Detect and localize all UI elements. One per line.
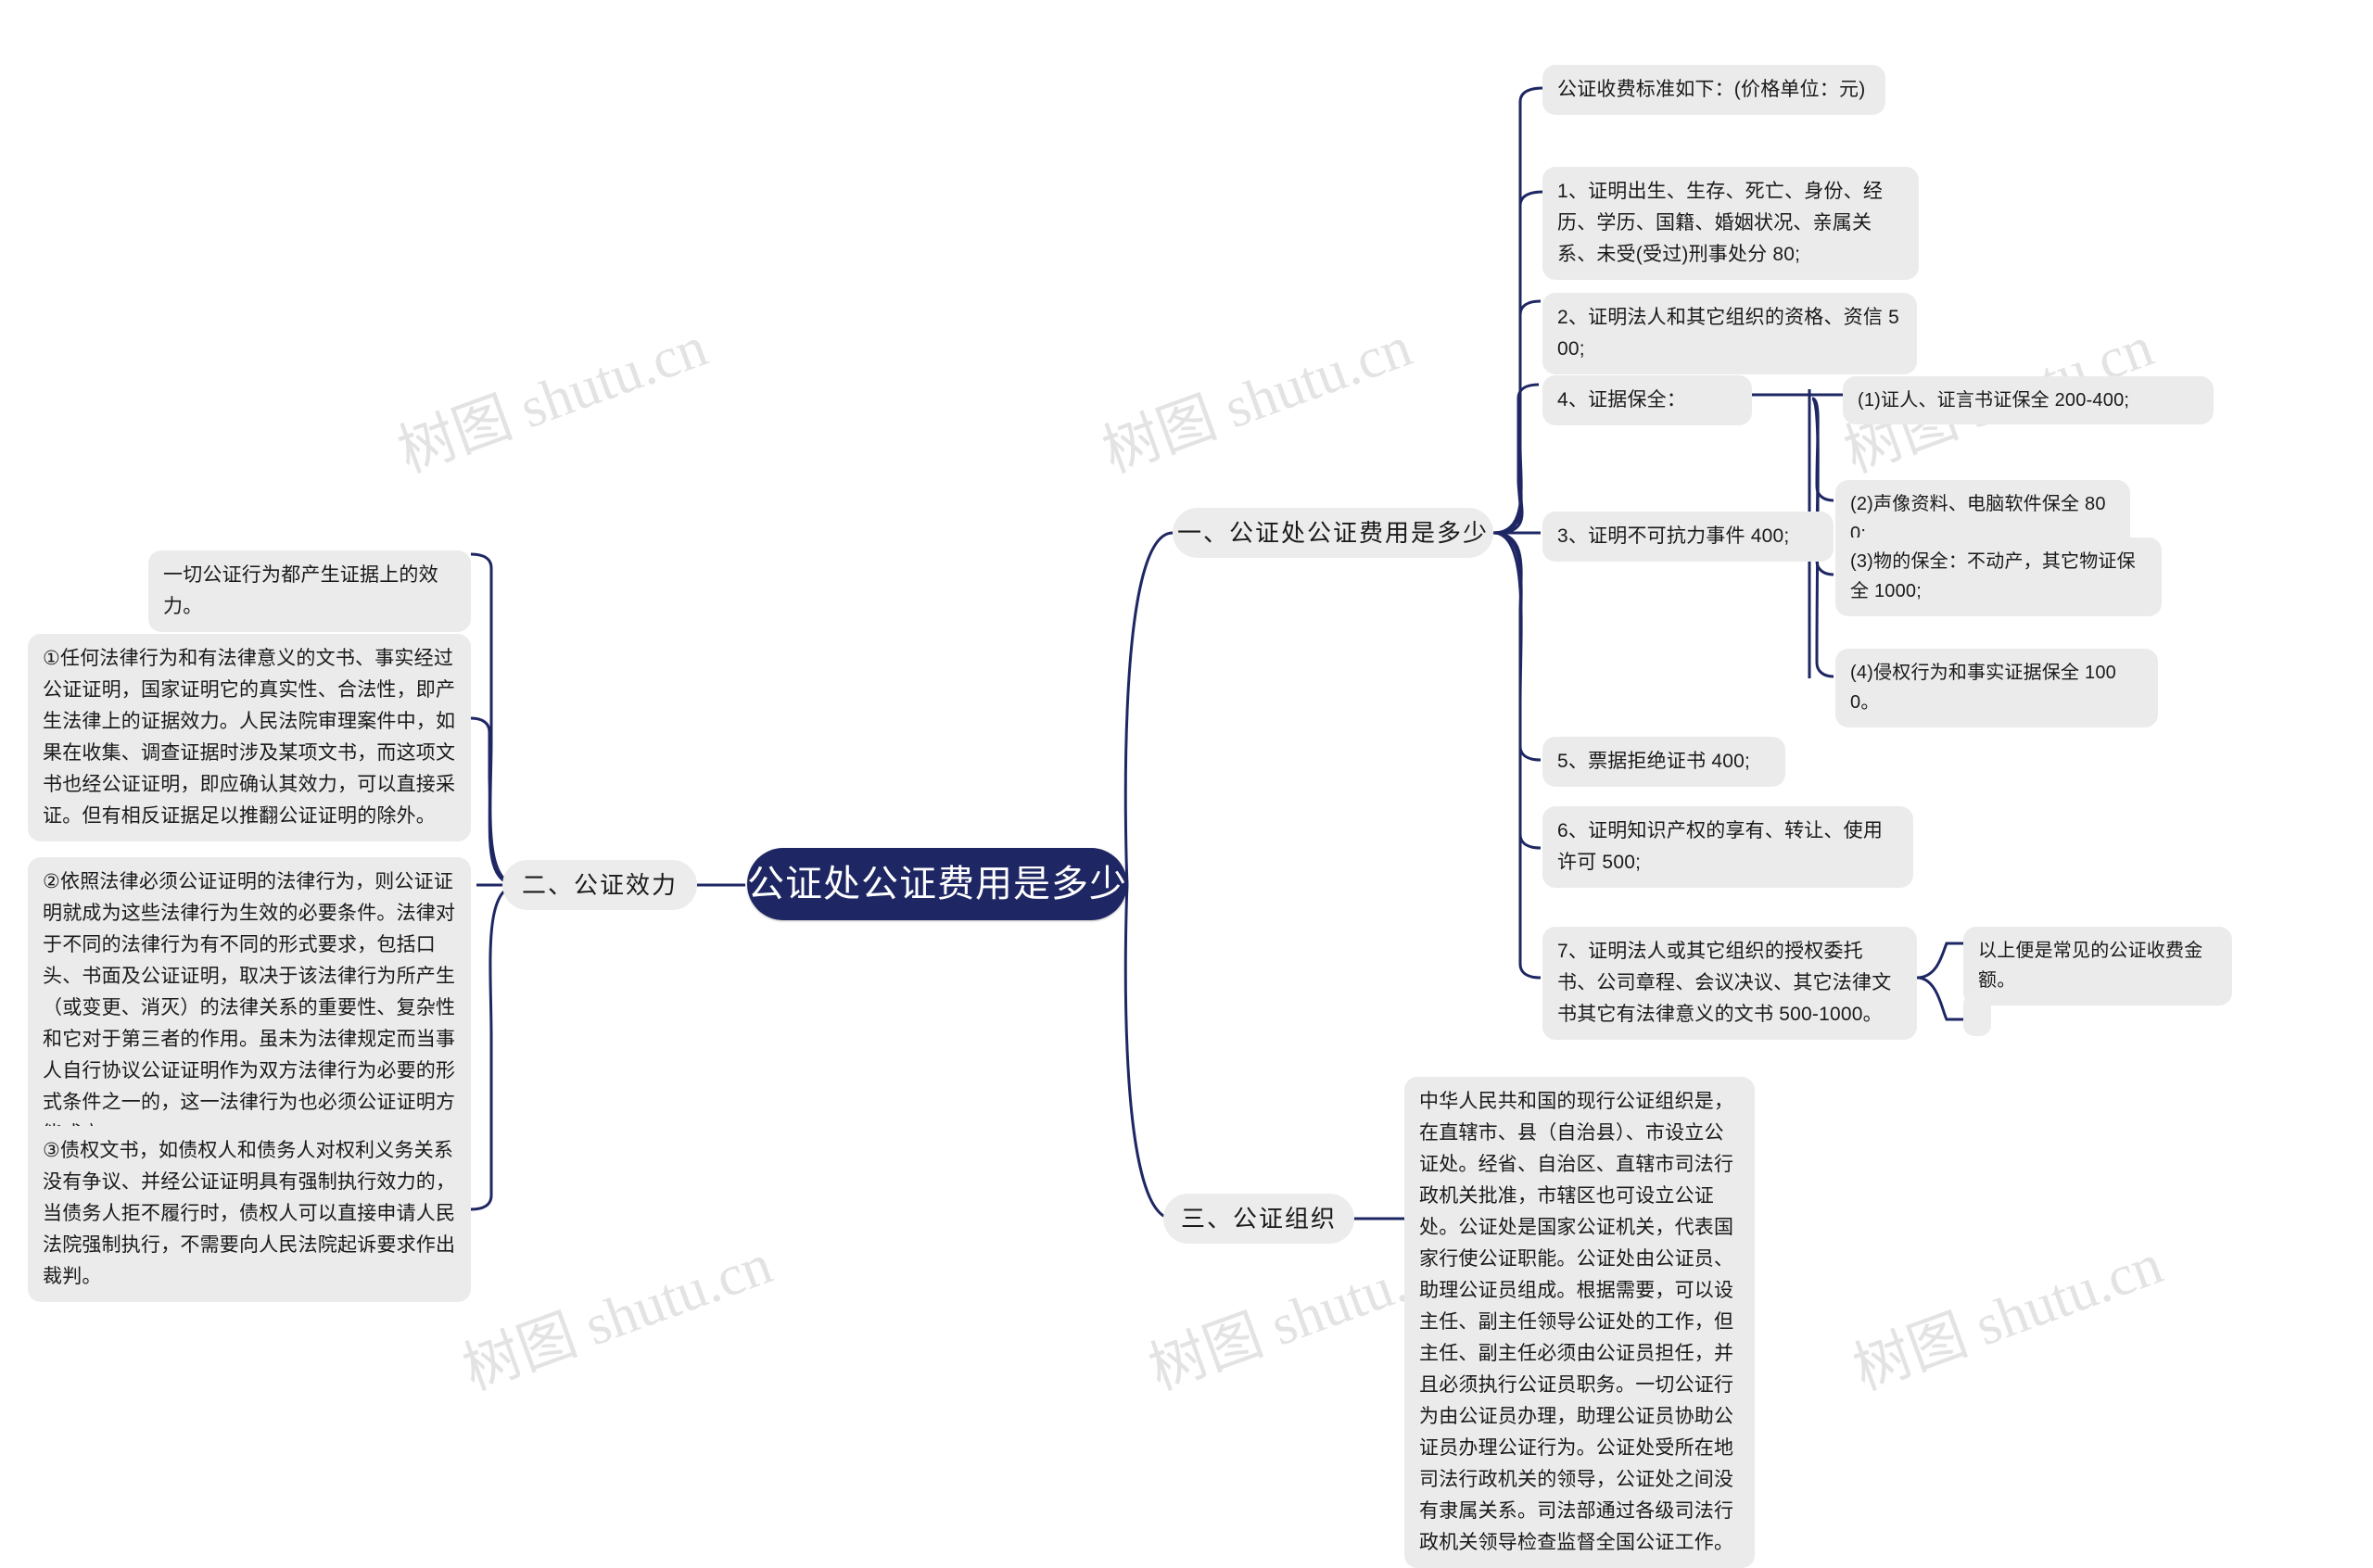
node-organization-detail[interactable]: 中华人民共和国的现行公证组织是，在直辖市、县（自治县）、市设立公证处。经省、自治…: [1404, 1077, 1755, 1568]
branch-label-3[interactable]: 三、公证组织: [1163, 1194, 1354, 1244]
node-evidence-preservation-3[interactable]: (3)物的保全：不动产，其它物证保全 1000;: [1835, 537, 2162, 616]
node-fee-item-5[interactable]: 5、票据拒绝证书 400;: [1542, 737, 1785, 788]
node-effect-item-2[interactable]: ②依照法律必须公证证明的法律行为，则公证证明就成为这些法律行为生效的必要条件。法…: [28, 857, 471, 1160]
node-evidence-preservation-1[interactable]: (1)证人、证言书证保全 200-400;: [1843, 376, 2214, 425]
node-fee-standard-header[interactable]: 公证收费标准如下：(价格单位：元): [1542, 65, 1885, 116]
central-topic[interactable]: 公证处公证费用是多少: [747, 848, 1127, 920]
node-effect-item-3[interactable]: ③债权文书，如债权人和债务人对权利义务关系没有争议、并经公证证明具有强制执行效力…: [28, 1126, 471, 1303]
branch-label-2[interactable]: 二、公证效力: [502, 860, 697, 910]
branch-label-1[interactable]: 一、公证处公证费用是多少: [1173, 508, 1493, 558]
node-fee-item-3[interactable]: 3、证明不可抗力事件 400;: [1542, 512, 1834, 563]
node-fee-empty[interactable]: [1963, 993, 1991, 1036]
node-effect-summary[interactable]: 一切公证行为都产生证据上的效力。: [148, 550, 471, 633]
node-fee-item-7[interactable]: 7、证明法人或其它组织的授权委托书、公司章程、会议决议、其它法律文书其它有法律意…: [1542, 927, 1917, 1041]
node-effect-item-1[interactable]: ①任何法律行为和有法律意义的文书、事实经过公证证明，国家证明它的真实性、合法性，…: [28, 634, 471, 842]
mindmap-canvas[interactable]: 树图 shutu.cn 树图 shutu.cn 树图 shutu.cn 树图 s…: [0, 0, 2373, 1568]
node-fee-item-1[interactable]: 1、证明出生、生存、死亡、身份、经历、学历、国籍、婚姻状况、亲属关系、未受(受过…: [1542, 167, 1919, 281]
node-fee-summary[interactable]: 以上便是常见的公证收费金额。: [1963, 927, 2232, 1005]
node-fee-item-2[interactable]: 2、证明法人和其它组织的资格、资信 500;: [1542, 293, 1917, 375]
node-evidence-preservation-4[interactable]: (4)侵权行为和事实证据保全 1000。: [1835, 649, 2158, 727]
node-fee-item-6[interactable]: 6、证明知识产权的享有、转让、使用许可 500;: [1542, 806, 1913, 889]
node-fee-item-4[interactable]: 4、证据保全：: [1542, 375, 1752, 426]
